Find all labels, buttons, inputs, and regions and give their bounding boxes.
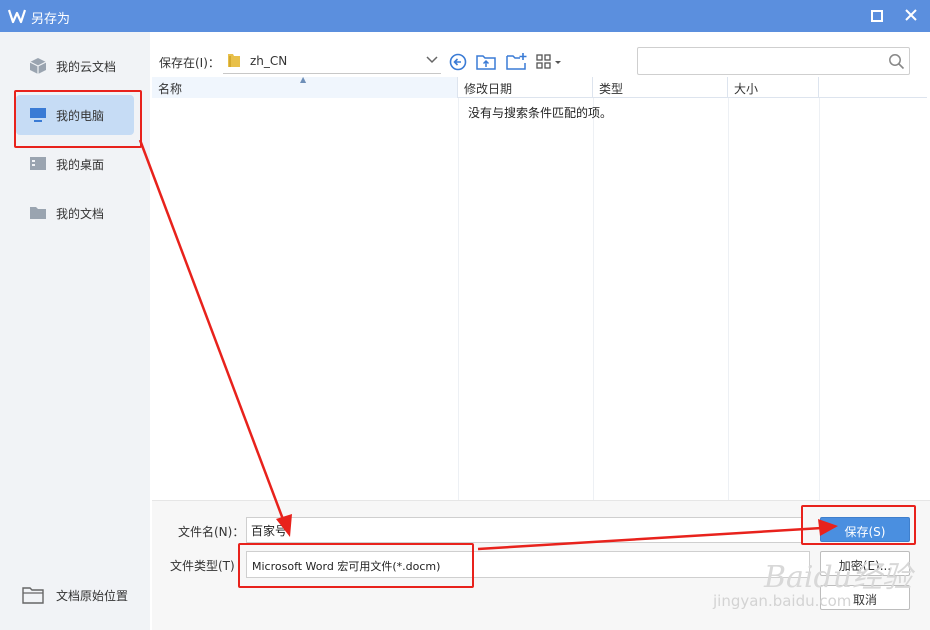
save-in-value: zh_CN xyxy=(250,54,288,68)
save-in-dropdown[interactable]: zh_CN xyxy=(223,48,441,74)
file-list[interactable]: 名称 ▲ 修改日期 类型 大小 没有与搜索条件匹配的项。 xyxy=(152,75,927,500)
annotation-box-my-computer xyxy=(14,90,142,148)
desktop-icon xyxy=(30,157,46,170)
wps-logo-icon xyxy=(8,9,26,24)
sort-ascending-icon: ▲ xyxy=(300,75,307,84)
column-divider xyxy=(593,98,594,500)
search-icon xyxy=(889,54,905,70)
sidebar-item-label: 我的文档 xyxy=(56,207,105,221)
up-folder-icon[interactable] xyxy=(475,52,497,72)
new-folder-icon[interactable] xyxy=(505,52,527,72)
sidebar-item-desktop[interactable]: 我的桌面 xyxy=(16,144,134,184)
sidebar-item-cloud-docs[interactable]: 我的云文档 xyxy=(16,46,134,86)
close-icon[interactable] xyxy=(900,6,922,26)
column-header-modified[interactable]: 修改日期 xyxy=(458,77,593,98)
window-title: 另存为 xyxy=(31,12,71,27)
folder-icon xyxy=(228,54,240,67)
filetype-label: 文件类型(T) xyxy=(170,559,235,573)
column-header-name[interactable]: 名称 ▲ xyxy=(152,75,458,98)
filename-label: 文件名(N)： xyxy=(178,525,245,539)
annotation-box-filetype xyxy=(238,543,474,588)
maximize-icon[interactable] xyxy=(866,6,888,26)
watermark-url: jingyan.baidu.com xyxy=(713,592,852,610)
cloud-doc-icon xyxy=(29,58,47,74)
column-header-size[interactable]: 大小 xyxy=(728,77,819,98)
search-input[interactable] xyxy=(637,47,910,75)
column-header-type[interactable]: 类型 xyxy=(593,77,728,98)
column-header-label: 修改日期 xyxy=(464,82,513,96)
column-header-label: 类型 xyxy=(599,82,624,96)
original-location-link[interactable]: 文档原始位置 xyxy=(20,583,150,607)
original-location-label: 文档原始位置 xyxy=(56,589,129,603)
column-header-label: 名称 xyxy=(158,82,183,96)
back-icon[interactable] xyxy=(447,52,469,72)
watermark-logo: Baidu经验 xyxy=(764,560,913,595)
folder-icon xyxy=(30,207,46,219)
column-divider xyxy=(819,98,820,500)
save-in-label: 保存在(I)： xyxy=(159,56,220,70)
title-bar: 另存为 xyxy=(0,0,930,32)
view-options-icon[interactable] xyxy=(535,52,563,72)
folder-outline-icon xyxy=(22,587,44,604)
annotation-box-save xyxy=(801,505,916,545)
sidebar-item-label: 我的桌面 xyxy=(56,158,105,172)
column-divider xyxy=(728,98,729,500)
sidebar-item-label: 我的云文档 xyxy=(56,60,117,74)
sidebar-item-documents[interactable]: 我的文档 xyxy=(16,193,134,233)
column-divider xyxy=(458,98,459,500)
filename-input[interactable] xyxy=(246,517,802,543)
column-header-label: 大小 xyxy=(734,82,759,96)
file-list-header: 名称 ▲ 修改日期 类型 大小 xyxy=(152,75,927,98)
empty-message: 没有与搜索条件匹配的项。 xyxy=(468,106,613,120)
chevron-down-icon xyxy=(426,56,438,64)
